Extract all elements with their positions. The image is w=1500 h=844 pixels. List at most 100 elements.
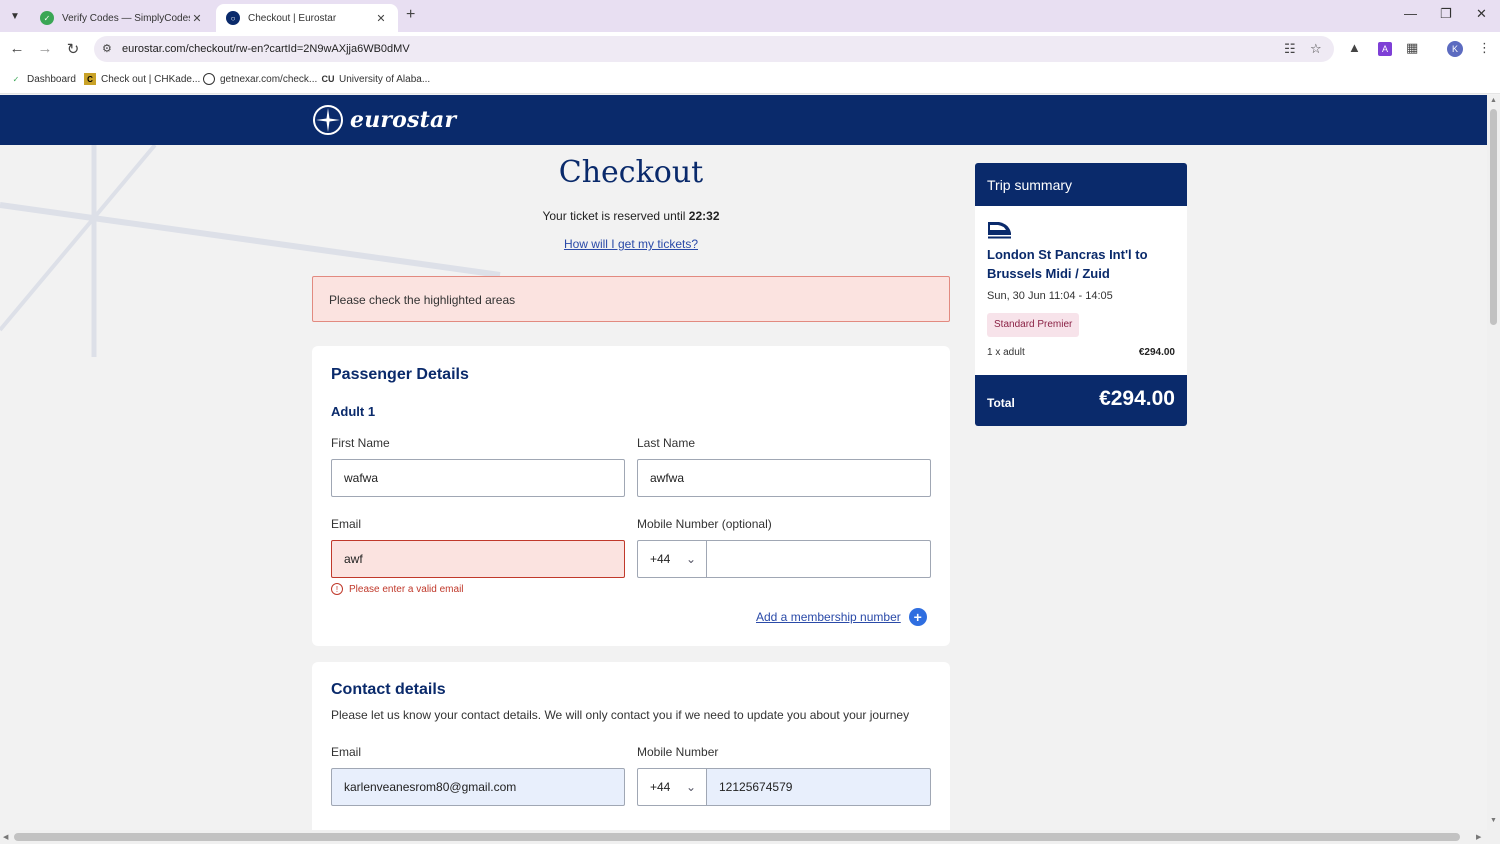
contact-mobile-input[interactable]: 12125674579 [706, 768, 931, 806]
close-tab-icon[interactable]: ✕ [190, 12, 204, 25]
extension-icon[interactable]: ▲ [1348, 40, 1361, 55]
passenger-details-title: Passenger Details [331, 366, 469, 383]
scroll-right-arrow-icon[interactable]: ▶ [1476, 833, 1481, 841]
chevron-down-icon: ⌄ [685, 552, 696, 566]
page-viewport: eurostar Checkout Your ticket is reserve… [0, 95, 1487, 830]
last-name-label: Last Name [637, 436, 696, 450]
bookmark-label: University of Alaba... [339, 73, 431, 85]
horizontal-scrollbar[interactable]: ◀ ▶ [0, 830, 1500, 844]
contact-country-code-select[interactable]: +44 ⌄ [637, 768, 707, 806]
bookmark-dashboard[interactable]: ✓ Dashboard [10, 73, 76, 85]
add-membership-link[interactable]: Add a membership number + [756, 608, 927, 626]
last-name-input[interactable]: awfwa [637, 459, 931, 497]
tab-search-chevron-icon[interactable]: ▼ [6, 7, 24, 25]
tab-simplycodes[interactable]: ✓ Verify Codes — SimplyCodes ✕ [30, 4, 214, 32]
contact-details-card: Contact details Please let us know your … [312, 662, 950, 830]
trip-route: London St Pancras Int'l to Brussels Midi… [987, 247, 1148, 281]
scroll-down-arrow-icon[interactable]: ▼ [1490, 817, 1497, 824]
email-error-text: Please enter a valid email [349, 583, 464, 595]
brand-wordmark: eurostar [350, 107, 457, 133]
translate-icon[interactable]: ☷ [1284, 41, 1296, 57]
scroll-left-arrow-icon[interactable]: ◀ [3, 833, 8, 841]
contact-email-label: Email [331, 745, 362, 759]
site-settings-icon[interactable]: ⚙ [102, 42, 112, 55]
bookmark-label: Dashboard [27, 73, 76, 85]
passenger-details-card: Passenger Details Adult 1 First Name waf… [312, 346, 950, 646]
bookmark-label: Check out | CHKade... [101, 73, 201, 85]
error-banner-text: Please check the highlighted areas [329, 293, 516, 307]
error-exclamation-icon: ! [331, 583, 343, 595]
contact-mobile-label: Mobile Number [637, 745, 719, 759]
url-text: eurostar.com/checkout/rw-en?cartId=2N9wA… [122, 43, 410, 55]
contact-email-input[interactable]: karlenveanesrom80@gmail.com [331, 768, 625, 806]
profile-avatar[interactable]: K [1447, 41, 1463, 57]
passenger-price: €294.00 [1138, 347, 1175, 358]
close-window-icon[interactable]: ✕ [1476, 6, 1487, 22]
close-tab-icon[interactable]: ✕ [374, 12, 388, 25]
trip-summary-title: Trip summary [975, 163, 1187, 206]
adult-1-heading: Adult 1 [331, 404, 376, 419]
email-error-message: ! Please enter a valid email [331, 583, 464, 595]
reservation-notice: Your ticket is reserved until 22:32 [312, 209, 950, 223]
tab-eurostar[interactable]: ○ Checkout | Eurostar ✕ [216, 4, 398, 32]
new-tab-icon[interactable]: + [406, 6, 415, 24]
browser-tab-bar: ▼ ✓ Verify Codes — SimplyCodes ✕ ○ Check… [0, 0, 1500, 32]
vertical-scroll-thumb[interactable] [1490, 109, 1497, 325]
bookmark-chkade[interactable]: C Check out | CHKade... [84, 73, 200, 85]
vertical-scrollbar[interactable]: ▲ ▼ [1487, 95, 1500, 830]
trip-summary-panel: Trip summary London St Pancras Int'l to … [975, 163, 1187, 426]
total-label: Total [987, 396, 1015, 410]
mobile-optional-label: Mobile Number (optional) [637, 517, 772, 531]
first-name-input[interactable]: wafwa [331, 459, 625, 497]
bookmarks-bar: ✓ Dashboard C Check out | CHKade... getn… [0, 66, 1500, 94]
reservation-text: Your ticket is reserved until [542, 209, 686, 223]
bookmark-getnexar[interactable]: getnexar.com/check... [203, 73, 317, 85]
menu-kebab-icon[interactable]: ⋮ [1478, 40, 1491, 56]
page-title: Checkout [558, 155, 704, 190]
first-name-label: First Name [331, 436, 390, 450]
fare-class-badge: Standard Premier [987, 313, 1080, 337]
eurostar-logo[interactable]: eurostar [312, 104, 456, 136]
eurostar-star-icon [313, 105, 343, 135]
reservation-time: 22:32 [688, 209, 720, 223]
dashboard-favicon-icon: ✓ [12, 74, 20, 84]
minimize-icon[interactable]: — [1404, 6, 1417, 21]
eurostar-favicon-icon: ○ [226, 11, 240, 25]
plus-icon: + [908, 608, 927, 626]
scroll-up-arrow-icon[interactable]: ▲ [1490, 97, 1497, 104]
total-price: €294.00 [1099, 387, 1175, 410]
country-code-value: +44 [650, 780, 671, 794]
browser-toolbar: ← → ↻ ⚙ eurostar.com/checkout/rw-en?cart… [0, 32, 1500, 66]
chevron-down-icon: ⌄ [685, 780, 696, 794]
address-bar[interactable]: ⚙ eurostar.com/checkout/rw-en?cartId=2N9… [94, 36, 1334, 62]
site-header: eurostar [0, 95, 1487, 145]
passenger-count: 1 x adult [987, 347, 1025, 358]
forward-icon[interactable]: → [36, 40, 54, 57]
country-code-select[interactable]: +44 ⌄ [637, 540, 707, 578]
contact-description: Please let us know your contact details.… [331, 708, 910, 722]
contact-details-title: Contact details [331, 681, 446, 698]
extensions-puzzle-icon[interactable]: ▦ [1406, 40, 1418, 56]
email-input[interactable]: awf [331, 540, 625, 578]
simplycodes-favicon-icon: ✓ [40, 11, 54, 25]
how-get-tickets-link[interactable]: How will I get my tickets? [312, 237, 950, 251]
country-code-value: +44 [650, 552, 671, 566]
mobile-number-input[interactable] [706, 540, 931, 578]
restore-icon[interactable]: ❐ [1440, 6, 1452, 22]
tab-title: Verify Codes — SimplyCodes [62, 12, 190, 24]
extension-a-icon[interactable]: A [1378, 42, 1392, 56]
bookmark-university[interactable]: CU University of Alaba... [321, 73, 431, 85]
horizontal-scroll-thumb[interactable] [14, 833, 1460, 841]
train-icon [988, 222, 1011, 239]
chkade-favicon-icon: C [84, 73, 96, 85]
membership-link-text: Add a membership number [756, 610, 901, 624]
total-bar: Total €294.00 [975, 375, 1187, 426]
bookmark-label: getnexar.com/check... [220, 73, 318, 85]
university-favicon-icon: CU [321, 74, 335, 84]
bookmark-star-icon[interactable]: ☆ [1310, 41, 1322, 57]
error-banner: Please check the highlighted areas [312, 276, 950, 322]
tab-title: Checkout | Eurostar [248, 12, 337, 24]
email-label: Email [331, 517, 362, 531]
back-icon[interactable]: ← [8, 40, 26, 57]
reload-icon[interactable]: ↻ [64, 40, 82, 58]
